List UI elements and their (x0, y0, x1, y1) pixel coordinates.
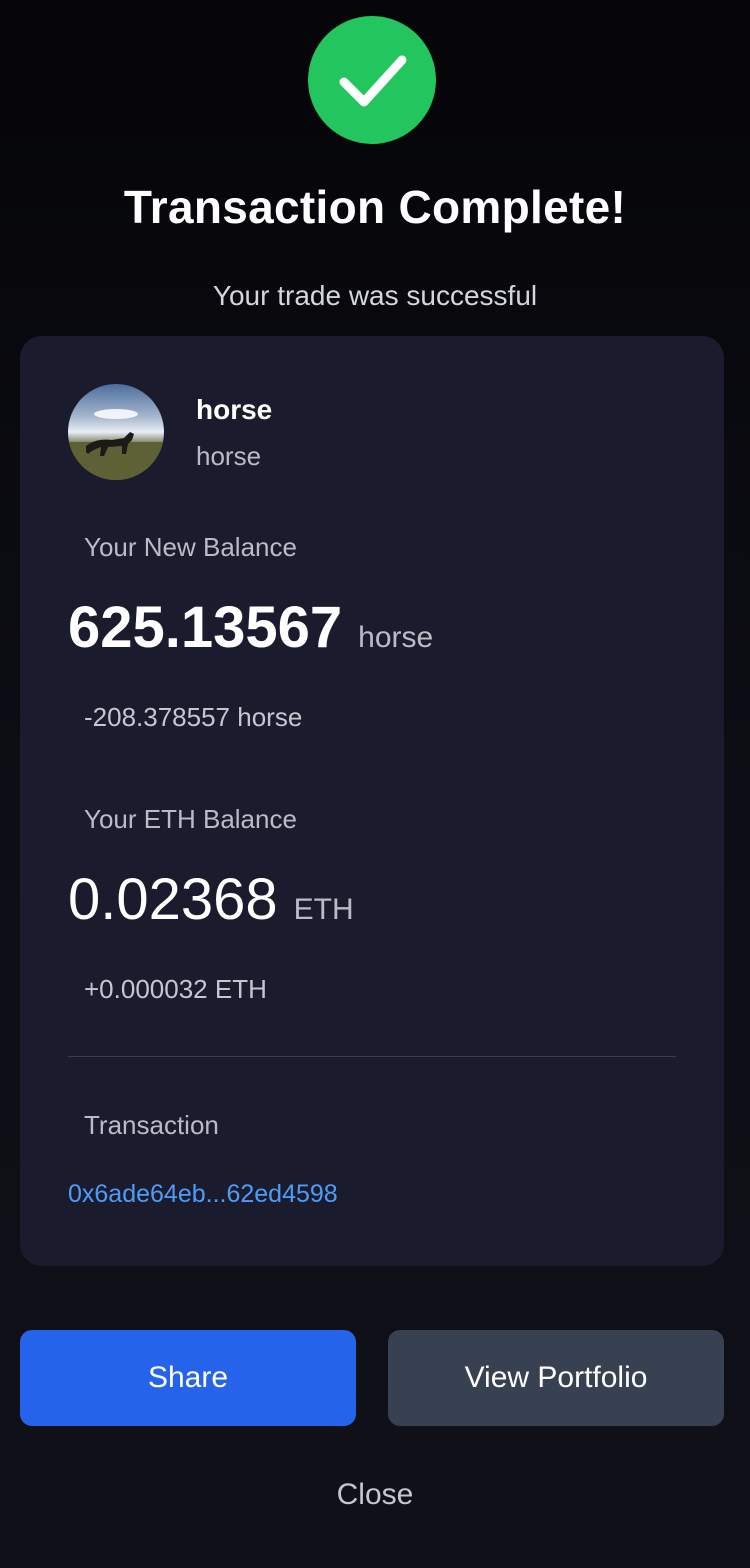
share-button[interactable]: Share (20, 1330, 356, 1426)
page-subtitle: Your trade was successful (212, 280, 538, 311)
new-balance-amount: 625.13567 (68, 595, 343, 660)
token-balance-change: -208.378557 horse (84, 702, 303, 732)
eth-balance-label: Your ETH Balance (84, 804, 297, 834)
success-check-icon (308, 16, 436, 144)
eth-balance-amount: 0.02368 (68, 867, 278, 932)
new-balance-value: 625.13567 horse (68, 594, 433, 661)
horse-image-icon (68, 384, 164, 480)
close-button[interactable]: Close (0, 1478, 750, 1512)
token-avatar (68, 384, 164, 480)
transaction-hash-link[interactable]: 0x6ade64eb...62ed4598 (68, 1180, 338, 1209)
token-name: horse (196, 394, 273, 425)
view-portfolio-button[interactable]: View Portfolio (388, 1330, 724, 1426)
page-title: Transaction Complete! (123, 181, 627, 233)
eth-balance-unit: ETH (293, 893, 354, 926)
card-divider (68, 1056, 676, 1057)
transaction-complete-screen: Transaction Complete! Your trade was suc… (0, 0, 750, 1568)
new-balance-label: Your New Balance (84, 532, 297, 562)
new-balance-unit: horse (358, 621, 434, 654)
token-symbol: horse (196, 441, 262, 471)
eth-balance-change: +0.000032 ETH (84, 974, 267, 1004)
transaction-summary-card: horse horse Your New Balance 625.13567 ho… (20, 336, 724, 1266)
eth-balance-value: 0.02368 ETH (68, 866, 354, 933)
transaction-label: Transaction (84, 1110, 219, 1140)
